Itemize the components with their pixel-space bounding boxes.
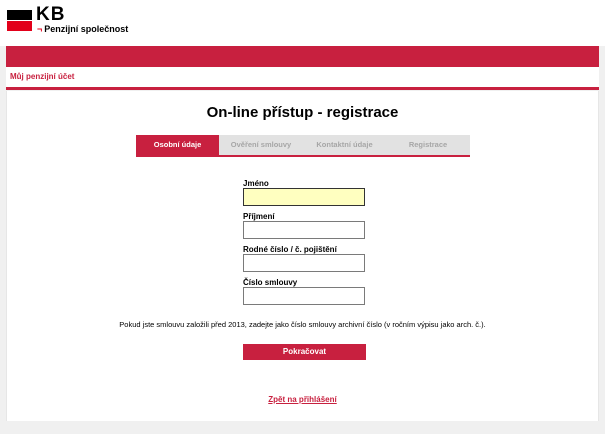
my-pension-account-link[interactable]: Můj penzijní účet bbox=[10, 72, 74, 81]
continue-button[interactable]: Pokračovat bbox=[243, 344, 366, 360]
birth-number-label: Rodné číslo / č. pojištění bbox=[243, 245, 337, 254]
page-title: On-line přístup - registrace bbox=[206, 104, 399, 121]
logo-tick-icon: ¬ bbox=[37, 24, 43, 34]
step-contact-details: Kontaktní údaje bbox=[316, 140, 373, 149]
contract-number-note: Pokud jste smlouvu založili před 2013, z… bbox=[119, 320, 486, 329]
kb-logo-icon[interactable] bbox=[7, 10, 32, 31]
nav-divider bbox=[6, 87, 599, 90]
logo-subtitle: ¬ Penzijní společnost bbox=[37, 24, 128, 34]
top-banner bbox=[6, 46, 599, 67]
first-name-label: Jméno bbox=[243, 179, 269, 188]
step-personal-data: Osobní údaje bbox=[136, 135, 219, 155]
progress-steps: Osobní údaje Ověření smlouvy Kontaktní ú… bbox=[136, 135, 470, 157]
step-registration: Registrace bbox=[408, 140, 448, 149]
registration-panel: On-line přístup - registrace Osobní údaj… bbox=[6, 91, 599, 421]
navbar: Můj penzijní účet bbox=[6, 67, 599, 87]
contract-number-input[interactable] bbox=[243, 287, 365, 305]
contract-number-label: Číslo smlouvy bbox=[243, 278, 298, 287]
first-name-input[interactable] bbox=[243, 188, 365, 206]
last-name-label: Příjmení bbox=[243, 212, 275, 221]
header: KB ¬ Penzijní společnost bbox=[0, 0, 605, 46]
logo-text[interactable]: KB bbox=[36, 5, 65, 25]
logo-subtitle-text: Penzijní společnost bbox=[44, 24, 129, 34]
last-name-input[interactable] bbox=[243, 221, 365, 239]
back-to-login-link[interactable]: Zpět na přihlášení bbox=[7, 395, 598, 404]
birth-number-input[interactable] bbox=[243, 254, 365, 272]
step-contract-verification: Ověření smlouvy bbox=[230, 140, 292, 149]
